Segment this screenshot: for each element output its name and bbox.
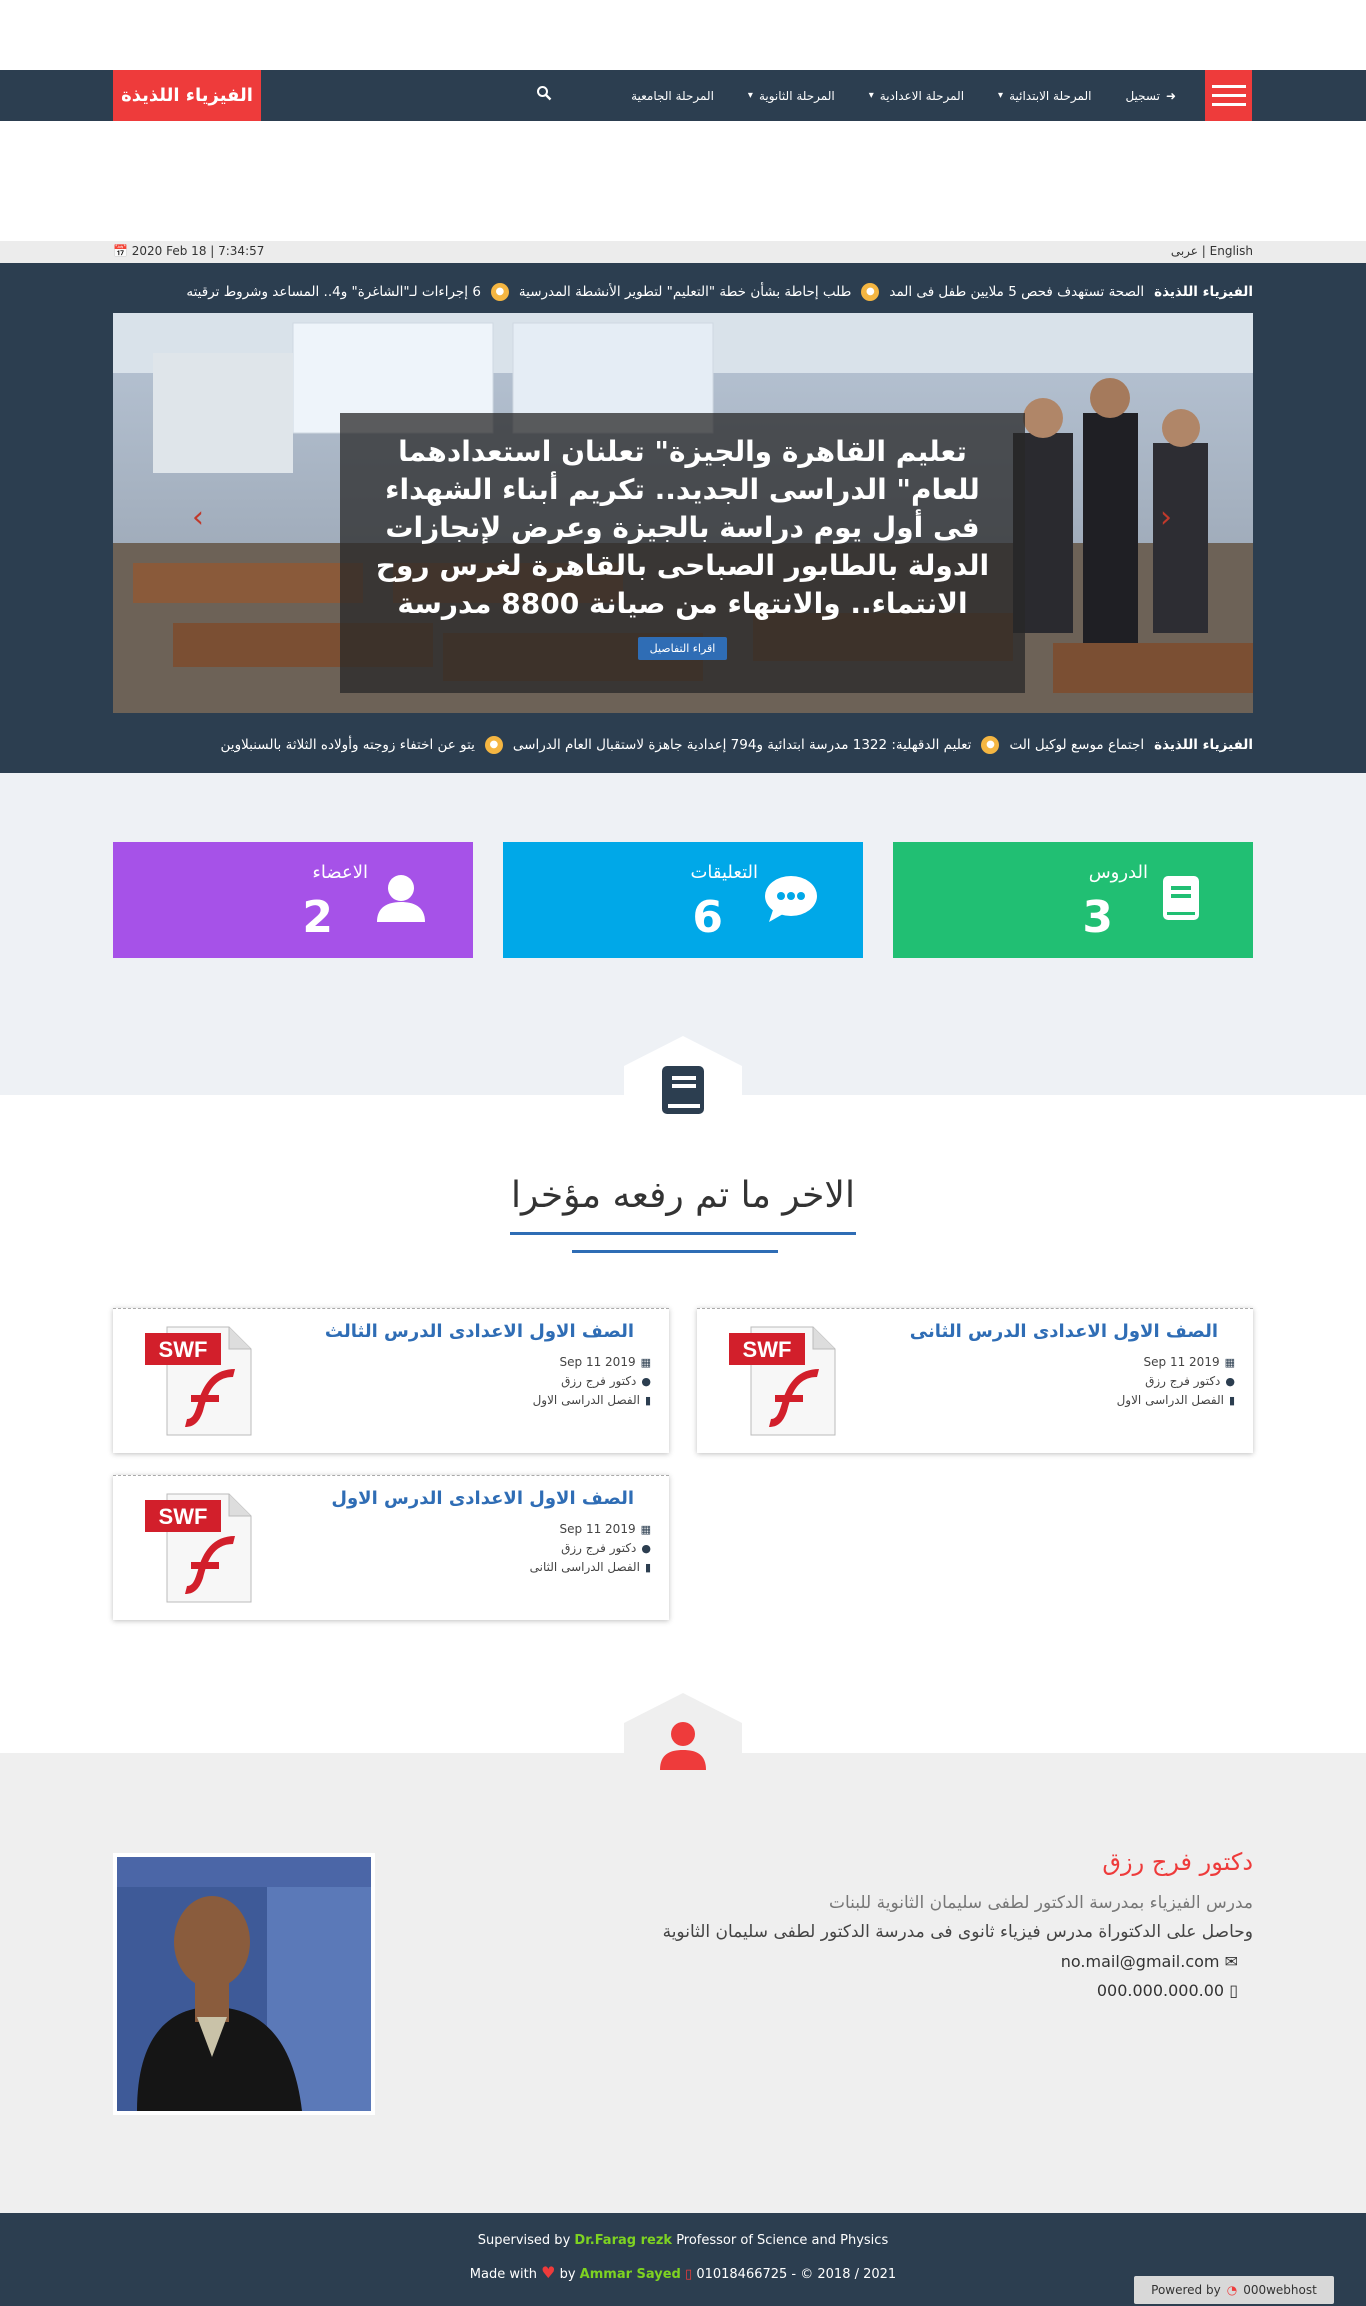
main-nav: ➜ تسجيل المرحلة الابتدائية ▾ المرحلة الا… — [631, 70, 1176, 121]
news-dot-icon: ● — [484, 736, 503, 754]
news-ticker-top: الفيزياء اللذيذة الصحة تستهدف فحص 5 ملاي… — [113, 277, 1253, 307]
ticker-item[interactable]: 6 إجراءات لـ"الشاغرة" و4.. المساعد وشروط… — [186, 284, 481, 300]
lang-arabic-link[interactable]: عربى — [1171, 244, 1198, 258]
slider-next-arrow[interactable]: › — [1160, 500, 1172, 535]
svg-text:SWF: SWF — [743, 1337, 792, 1362]
ticker-tag: الفيزياء اللذيذة — [1154, 737, 1253, 753]
nav-primary-stage[interactable]: المرحلة الابتدائية ▾ — [998, 89, 1091, 103]
ticker-item[interactable]: تعليم الدقهلية: 1322 مدرسة ابتدائية و794… — [513, 737, 972, 753]
lesson-title[interactable]: الصف الاول الاعدادى الدرس الثالث — [325, 1321, 634, 1342]
recent-uploads-title: الاخر ما تم رفعه مؤخرا — [511, 1175, 855, 1216]
chevron-down-icon: ▾ — [998, 90, 1004, 101]
news-dot-icon: ● — [981, 736, 1000, 754]
lesson-title[interactable]: الصف الاول الاعدادى الدرس الثانى — [910, 1321, 1218, 1342]
news-ticker-bottom: الفيزياء اللذيذة اجتماع موسع لوكيل الت ●… — [113, 730, 1253, 760]
news-dot-icon: ● — [490, 283, 509, 301]
teacher-name: دكتور فرج رزق — [1102, 1848, 1253, 1876]
datetime: 📅 2020 Feb 18 | 7:34:57 — [113, 244, 265, 258]
slider-prev-arrow[interactable]: ‹ — [192, 500, 204, 535]
teacher-bio-line1: مدرس الفيزياء بمدرسة الدكتور لطفى سليمان… — [828, 1893, 1253, 1913]
slide-caption: تعليم القاهرة والجيزة" تعلنان استعدادهما… — [340, 413, 1025, 693]
stat-lessons[interactable]: الدروس 3 — [893, 842, 1253, 958]
chevron-down-icon: ▾ — [747, 90, 753, 101]
mobile-icon: ▯ — [685, 2267, 693, 2282]
user-icon: ● — [641, 1541, 651, 1555]
read-more-button[interactable]: اقراء التفاصيل — [637, 637, 728, 660]
ticker-tag: الفيزياء اللذيذة — [1154, 284, 1253, 300]
nav-university-stage[interactable]: المرحلة الجامعية — [631, 89, 714, 103]
calendar-icon: ▦ — [640, 1355, 651, 1369]
developer-name[interactable]: Ammar Sayed — [580, 2267, 681, 2282]
book-icon — [662, 1066, 704, 1114]
lang-english-link[interactable]: English — [1210, 244, 1253, 258]
mobile-icon: ▯ — [1224, 1981, 1238, 2000]
book-icon: ▮ — [644, 1393, 651, 1407]
title-underline — [510, 1232, 856, 1235]
stat-members[interactable]: الاعضاء 2 — [113, 842, 473, 958]
envelope-icon: ✉ — [1219, 1952, 1238, 1971]
user-icon: ● — [1225, 1374, 1235, 1388]
page: { "header": { "brand": "الفيزياء اللذيذة… — [0, 0, 1366, 2306]
ticker-item[interactable]: يتو عن اختفاء زوجته وأولاده الثلاثة بالس… — [221, 737, 475, 753]
ticker-item[interactable]: طلب إحاطة بشأن خطة "التعليم" لتطوير الأن… — [519, 284, 851, 300]
sign-in-icon: ➜ — [1165, 88, 1176, 103]
teacher-bio-line2: وحاصل على الدكتوراة مدرس فيزياء ثانوى فى… — [662, 1922, 1253, 1942]
lesson-card[interactable]: الصف الاول الاعدادى الدرس الاول ▦ Sep 11 … — [113, 1475, 669, 1620]
language-switcher: عربى | English — [1170, 244, 1253, 258]
supervisor-name[interactable]: Dr.Farag rezk — [574, 2233, 672, 2248]
lesson-title[interactable]: الصف الاول الاعدادى الدرس الاول — [331, 1488, 634, 1509]
ticker-item[interactable]: اجتماع موسع لوكيل الت — [1009, 737, 1144, 753]
nav-preparatory-stage[interactable]: المرحلة الاعدادية ▾ — [869, 89, 964, 103]
lesson-card[interactable]: الصف الاول الاعدادى الدرس الثانى ▦ Sep 11… — [697, 1308, 1253, 1453]
top-info-bar: 📅 2020 Feb 18 | 7:34:57 عربى | English — [0, 241, 1366, 263]
lesson-card[interactable]: الصف الاول الاعدادى الدرس الثالث ▦ Sep 11… — [113, 1308, 669, 1453]
slide-headline: تعليم القاهرة والجيزة" تعلنان استعدادهما… — [375, 435, 990, 620]
swf-file-icon: SWF — [729, 1326, 836, 1436]
swf-file-icon: SWF — [145, 1326, 252, 1436]
nav-login[interactable]: ➜ تسجيل — [1125, 89, 1176, 103]
stat-comments[interactable]: التعليقات 6 — [503, 842, 863, 958]
powered-by-badge[interactable]: Powered by ◔ 000webhost — [1134, 2276, 1334, 2304]
search-icon[interactable] — [536, 85, 552, 101]
hamburger-menu-button[interactable] — [1205, 70, 1252, 121]
footer-supervisor-line: Supervised by Dr.Farag rezk Professor of… — [477, 2233, 889, 2248]
nav-secondary-stage[interactable]: المرحلة الثانوية ▾ — [748, 89, 835, 103]
book-icon: ▮ — [1228, 1393, 1235, 1407]
site-logo[interactable]: الفيزياء اللذيذة — [113, 70, 261, 121]
host-logo-icon: ◔ — [1226, 2283, 1238, 2297]
calendar-icon: ▦ — [1224, 1355, 1235, 1369]
book-icon — [1163, 876, 1199, 920]
title-underline — [572, 1250, 778, 1253]
calendar-icon: ▦ — [640, 1522, 651, 1536]
teacher-photo — [113, 1853, 375, 2115]
user-icon — [660, 1722, 706, 1770]
news-dot-icon: ● — [861, 283, 880, 301]
teacher-email[interactable]: ✉ no.mail@gmail.com — [1061, 1952, 1238, 1971]
ticker-item[interactable]: الصحة تستهدف فحص 5 ملايين طفل فى المد — [889, 284, 1144, 300]
chevron-down-icon: ▾ — [868, 90, 874, 101]
book-icon: ▮ — [644, 1560, 651, 1574]
heart-icon: ♥ — [541, 2263, 556, 2282]
svg-text:SWF: SWF — [159, 1337, 208, 1362]
teacher-phone[interactable]: ▯ 000.000.000.00 — [1097, 1981, 1238, 2000]
swf-file-icon: SWF — [145, 1493, 252, 1603]
user-icon: ● — [641, 1374, 651, 1388]
user-icon — [377, 875, 425, 922]
comments-icon — [765, 876, 817, 922]
svg-text:SWF: SWF — [159, 1504, 208, 1529]
